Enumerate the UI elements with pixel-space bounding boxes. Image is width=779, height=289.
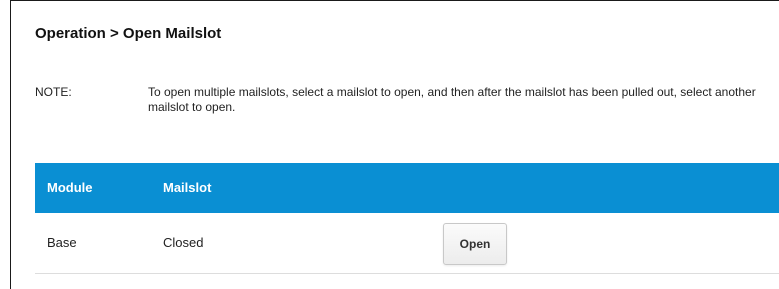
mailslot-status-cell: Closed [163,235,204,250]
table-header: Module Mailslot [35,163,779,213]
module-cell: Base [47,235,77,250]
content-panel: Operation > Open Mailslot NOTE: To open … [10,0,779,289]
column-header-module: Module [47,180,93,195]
column-header-mailslot: Mailslot [163,180,212,195]
page-title: Operation > Open Mailslot [35,25,222,42]
table-row: Base Closed Open [35,213,779,274]
note-text: To open multiple mailslots, select a mai… [148,85,756,114]
mailslot-table: Module Mailslot Base Closed Open [35,163,779,274]
open-mailslot-button[interactable]: Open [443,223,507,265]
note-label: NOTE: [35,85,72,99]
